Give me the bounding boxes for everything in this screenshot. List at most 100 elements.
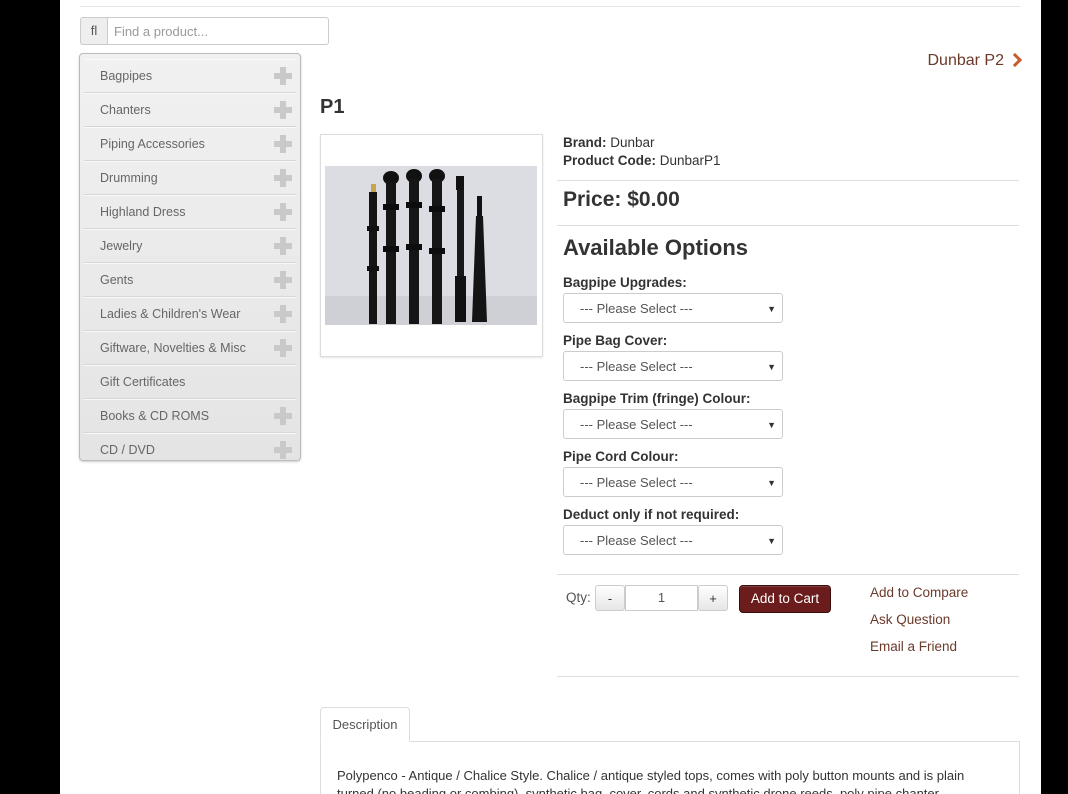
sidebar-item-label: CD / DVD xyxy=(100,443,155,457)
qty-increase-button[interactable]: + xyxy=(698,585,728,611)
plus-icon[interactable] xyxy=(274,237,292,255)
sidebar-item-label: Gents xyxy=(100,273,134,287)
search-bar: fl xyxy=(80,17,329,45)
option-select[interactable]: --- Please Select --- ▼ xyxy=(563,351,783,381)
plus-icon[interactable] xyxy=(274,305,292,323)
option-select-value: --- Please Select --- xyxy=(580,301,693,316)
description-panel: Polypenco - Antique / Chalice Style. Cha… xyxy=(320,741,1020,794)
plus-icon[interactable] xyxy=(274,339,292,357)
plus-icon[interactable] xyxy=(274,101,292,119)
brand-label: Brand: xyxy=(563,135,607,150)
qty-label: Qty: xyxy=(566,590,591,605)
sidebar-item[interactable]: Piping Accessories xyxy=(84,127,296,161)
sidebar-item[interactable]: Highland Dress xyxy=(84,195,296,229)
option-select[interactable]: --- Please Select --- ▼ xyxy=(563,467,783,497)
option-label: Bagpipe Upgrades: xyxy=(563,275,687,290)
sidebar-item-label: Gift Certificates xyxy=(100,375,186,389)
product-actions: Add to Compare Ask Question Email a Frie… xyxy=(870,583,968,664)
sidebar-item[interactable]: Gift Certificates xyxy=(84,365,296,399)
options-heading: Available Options xyxy=(563,235,749,260)
search-icon[interactable]: fl xyxy=(80,17,107,45)
sidebar-item[interactable]: Gents xyxy=(84,263,296,297)
sidebar-item[interactable]: Ladies & Children's Wear xyxy=(84,297,296,331)
sidebar-item[interactable]: Giftware, Novelties & Misc xyxy=(84,331,296,365)
brand-row: Brand: Dunbar xyxy=(563,134,1019,152)
chevron-right-icon xyxy=(1007,52,1023,68)
ask-question-link[interactable]: Ask Question xyxy=(870,610,968,637)
product-code-row: Product Code: DunbarP1 xyxy=(563,152,1019,170)
dropdown-arrow-icon: ▼ xyxy=(767,420,776,430)
sidebar-item[interactable]: Drumming xyxy=(84,161,296,195)
sidebar-item[interactable]: Chanters xyxy=(84,93,296,127)
option-label: Bagpipe Trim (fringe) Colour: xyxy=(563,391,751,406)
divider xyxy=(557,676,1019,677)
product-title: P1 xyxy=(320,96,345,118)
option-group: Bagpipe Upgrades: --- Please Select --- ▼ xyxy=(563,274,783,323)
sidebar-item-label: Highland Dress xyxy=(100,205,186,219)
option-label: Pipe Bag Cover: xyxy=(563,333,668,348)
divider xyxy=(557,180,1019,181)
plus-icon[interactable] xyxy=(274,271,292,289)
sidebar-item-label: Chanters xyxy=(100,103,151,117)
add-to-compare-link[interactable]: Add to Compare xyxy=(870,583,968,610)
next-product-link[interactable]: Dunbar P2 xyxy=(927,52,1023,70)
category-sidebar: Bagpipes Chanters Piping Accessories Drummi… xyxy=(79,53,301,461)
option-label: Pipe Cord Colour: xyxy=(563,449,679,464)
option-select[interactable]: --- Please Select --- ▼ xyxy=(563,409,783,439)
sidebar-item-label: Ladies & Children's Wear xyxy=(100,307,241,321)
dropdown-arrow-icon: ▼ xyxy=(767,362,776,372)
qty-decrease-button[interactable]: - xyxy=(595,585,625,611)
sidebar-item[interactable]: Bagpipes xyxy=(84,59,296,93)
search-input[interactable] xyxy=(107,17,329,45)
price-label: Price: xyxy=(563,188,622,211)
plus-icon[interactable] xyxy=(274,203,292,221)
description-text: Polypenco - Antique / Chalice Style. Cha… xyxy=(337,768,965,794)
plus-icon[interactable] xyxy=(274,135,292,153)
option-group: Bagpipe Trim (fringe) Colour: --- Please … xyxy=(563,390,783,439)
dropdown-arrow-icon: ▼ xyxy=(767,478,776,488)
email-friend-link[interactable]: Email a Friend xyxy=(870,637,968,664)
option-group: Deduct only if not required: --- Please S… xyxy=(563,506,783,555)
sidebar-item-label: Piping Accessories xyxy=(100,137,205,151)
qty-input[interactable]: 1 xyxy=(625,585,698,611)
sidebar-item-label: Giftware, Novelties & Misc xyxy=(100,341,246,355)
sidebar-item-label: Drumming xyxy=(100,171,158,185)
sidebar-item[interactable]: CD / DVD xyxy=(84,433,296,466)
sidebar-item-label: Books & CD ROMS xyxy=(100,409,210,423)
option-select-value: --- Please Select --- xyxy=(580,359,693,374)
sidebar-item[interactable]: Jewelry xyxy=(84,229,296,263)
divider xyxy=(557,225,1019,226)
sidebar-item-label: Bagpipes xyxy=(100,69,153,83)
category-list: Bagpipes Chanters Piping Accessories Drummi… xyxy=(80,54,300,466)
option-select[interactable]: --- Please Select --- ▼ xyxy=(563,525,783,555)
brand-value[interactable]: Dunbar xyxy=(610,135,654,150)
bagpipe-photo xyxy=(325,166,537,325)
option-group: Pipe Bag Cover: --- Please Select --- ▼ xyxy=(563,332,783,381)
tab-description[interactable]: Description xyxy=(320,707,410,742)
option-group: Pipe Cord Colour: --- Please Select --- ▼ xyxy=(563,448,783,497)
next-product-label: Dunbar P2 xyxy=(927,52,1005,69)
product-image[interactable] xyxy=(320,134,543,357)
plus-icon[interactable] xyxy=(274,67,292,85)
product-meta: Brand: Dunbar Product Code: DunbarP1 xyxy=(563,134,1019,170)
sidebar-item[interactable]: Books & CD ROMS xyxy=(84,399,296,433)
option-select-value: --- Please Select --- xyxy=(580,417,693,432)
dropdown-arrow-icon: ▼ xyxy=(767,304,776,314)
product-code-label: Product Code: xyxy=(563,153,656,168)
dropdown-arrow-icon: ▼ xyxy=(767,536,776,546)
plus-icon[interactable] xyxy=(274,169,292,187)
product-code-value: DunbarP1 xyxy=(659,153,721,168)
divider xyxy=(557,574,1019,575)
plus-icon[interactable] xyxy=(274,407,292,425)
option-select-value: --- Please Select --- xyxy=(580,533,693,548)
price-value: $0.00 xyxy=(627,188,680,211)
sidebar-item-label: Jewelry xyxy=(100,239,143,253)
top-divider xyxy=(80,6,1020,7)
price: Price: $0.00 xyxy=(563,188,680,212)
option-select[interactable]: --- Please Select --- ▼ xyxy=(563,293,783,323)
page: fl Bagpipes Chanters Piping Accessories Dru… xyxy=(60,0,1041,794)
option-select-value: --- Please Select --- xyxy=(580,475,693,490)
plus-icon[interactable] xyxy=(274,441,292,459)
option-label: Deduct only if not required: xyxy=(563,507,740,522)
add-to-cart-button[interactable]: Add to Cart xyxy=(739,585,831,613)
